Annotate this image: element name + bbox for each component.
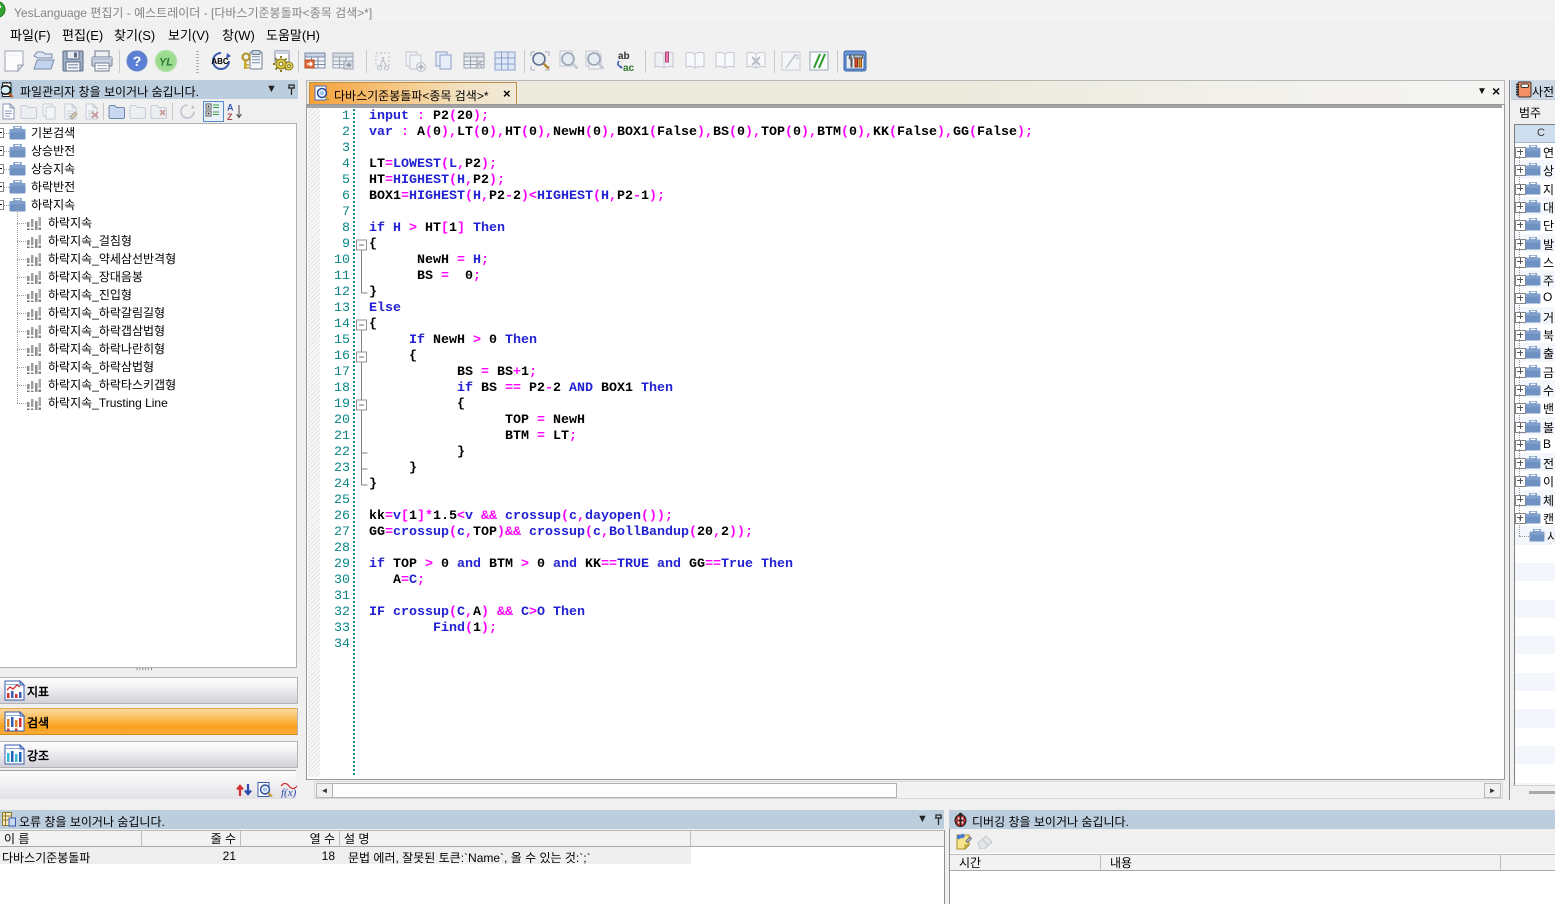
svg-text:f(x): f(x) — [281, 787, 297, 798]
svg-text:ABC: ABC — [211, 57, 229, 66]
svg-text:Z: Z — [227, 112, 233, 121]
svg-text:?: ? — [133, 53, 142, 69]
svg-text:YL: YL — [159, 57, 173, 69]
svg-text:ab: ab — [618, 51, 630, 62]
svg-text:A: A — [227, 103, 234, 113]
svg-text:ac: ac — [623, 63, 635, 73]
svg-text:±: ± — [795, 52, 800, 61]
